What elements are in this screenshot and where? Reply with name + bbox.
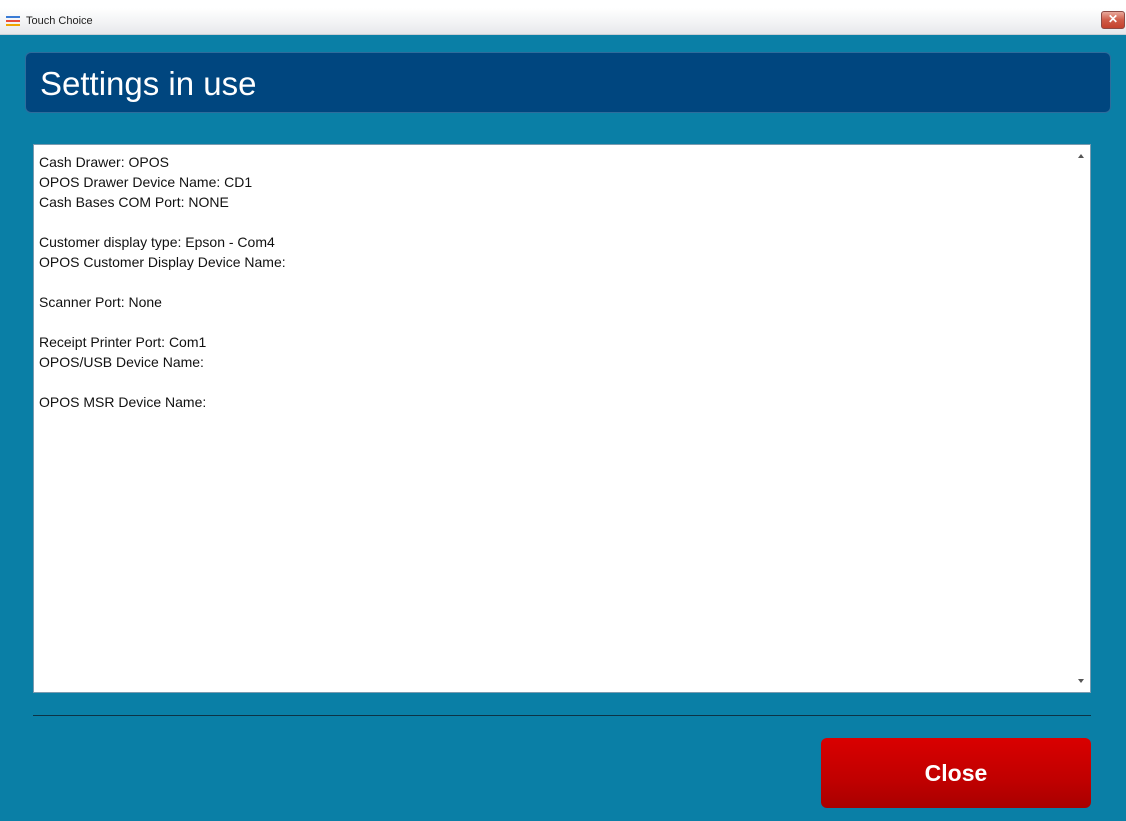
window-title: Touch Choice bbox=[26, 15, 93, 27]
scroll-up-icon[interactable] bbox=[1078, 154, 1084, 158]
vertical-scrollbar[interactable] bbox=[1073, 145, 1090, 692]
settings-line: Scanner Port: None bbox=[39, 294, 162, 310]
app-icon bbox=[6, 16, 20, 27]
settings-line: OPOS Customer Display Device Name: bbox=[39, 254, 286, 270]
settings-text: Cash Drawer: OPOS OPOS Drawer Device Name… bbox=[39, 152, 1068, 692]
settings-text-box[interactable]: Cash Drawer: OPOS OPOS Drawer Device Name… bbox=[33, 144, 1091, 693]
settings-line: OPOS MSR Device Name: bbox=[39, 394, 207, 410]
window-close-button[interactable]: ✕ bbox=[1101, 11, 1125, 29]
close-button[interactable]: Close bbox=[821, 738, 1091, 808]
settings-line: Cash Bases COM Port: NONE bbox=[39, 194, 229, 210]
header-panel: Settings in use bbox=[25, 52, 1111, 113]
scroll-down-icon[interactable] bbox=[1078, 679, 1084, 683]
settings-line: Cash Drawer: OPOS bbox=[39, 154, 169, 170]
page-title: Settings in use bbox=[40, 65, 257, 102]
settings-line: Customer display type: Epson - Com4 bbox=[39, 234, 275, 250]
title-bar[interactable]: Touch Choice ✕ bbox=[0, 8, 1126, 35]
divider bbox=[33, 715, 1091, 716]
settings-line: OPOS/USB Device Name: bbox=[39, 354, 204, 370]
close-icon: ✕ bbox=[1107, 12, 1119, 26]
app-window: Touch Choice ✕ Settings in use Cash Draw… bbox=[0, 8, 1126, 821]
settings-line: Receipt Printer Port: Com1 bbox=[39, 334, 207, 350]
settings-line: OPOS Drawer Device Name: CD1 bbox=[39, 174, 253, 190]
